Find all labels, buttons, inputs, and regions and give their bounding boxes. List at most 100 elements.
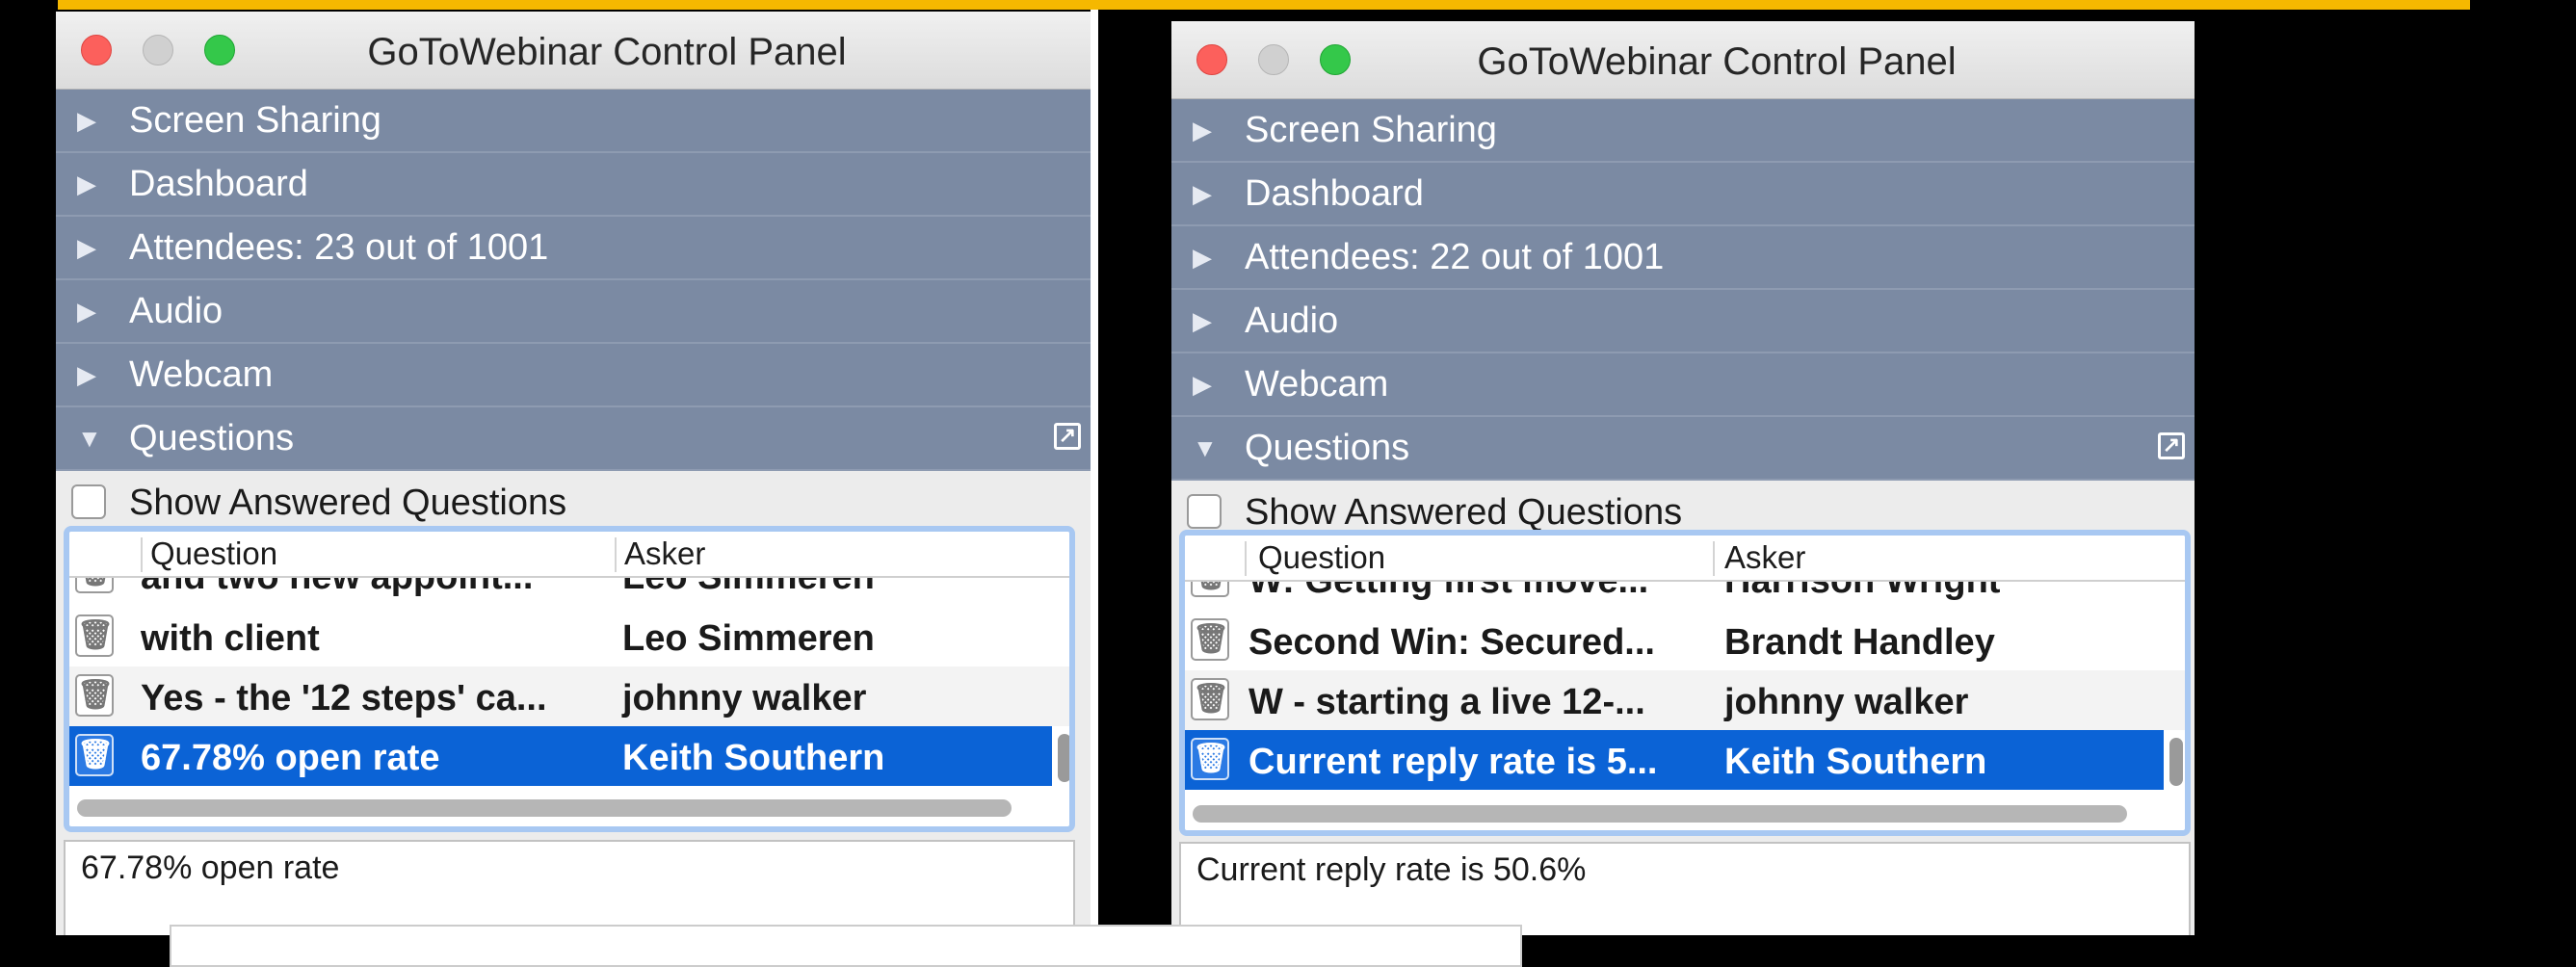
section-label: Dashboard — [1245, 173, 1424, 214]
table-row[interactable]: 🗑 W - starting a live 12-... johnny walk… — [1185, 670, 2185, 730]
popout-icon[interactable]: ↗ — [2158, 432, 2185, 459]
section-label: Webcam — [1245, 364, 1389, 405]
column-divider — [1245, 541, 1247, 576]
section-questions[interactable]: ▼ Questions ↗ — [1171, 417, 2195, 481]
asker-cell: Keith Southern — [622, 738, 885, 778]
column-asker[interactable]: Asker — [624, 536, 705, 572]
trash-icon[interactable]: 🗑 — [1191, 618, 1229, 661]
section-attendees[interactable]: ▶ Attendees: 23 out of 1001 — [56, 217, 1091, 280]
horizontal-scroll-track — [77, 799, 1050, 819]
trash-icon[interactable]: 🗑 — [1191, 738, 1229, 780]
trash-icon[interactable]: 🗑 — [1191, 582, 1229, 597]
section-label: Questions — [1245, 428, 1410, 468]
section-label: Attendees: 22 out of 1001 — [1245, 237, 1665, 277]
preview-text: Current reply rate is 50.6% — [1196, 851, 1587, 888]
section-label: Screen Sharing — [1245, 110, 1497, 150]
asker-cell: Leo Simmeren — [622, 578, 875, 598]
collapsed-arrow-icon: ▶ — [1193, 243, 1212, 272]
question-cell: Yes - the '12 steps' ca... — [141, 678, 547, 719]
collapsed-arrow-icon: ▶ — [1193, 116, 1212, 144]
table-row[interactable]: 🗑 W: Getting first move... Harrison Wrig… — [1185, 582, 2185, 611]
section-list: ▶ Screen Sharing ▶ Dashboard ▶ Attendees… — [1171, 99, 2195, 481]
column-divider — [615, 537, 617, 572]
trash-icon[interactable]: 🗑 — [75, 674, 114, 717]
trash-icon[interactable]: 🗑 — [75, 614, 114, 657]
column-divider — [1713, 541, 1715, 576]
section-list: ▶ Screen Sharing ▶ Dashboard ▶ Attendees… — [56, 90, 1091, 471]
show-answered-checkbox[interactable] — [71, 484, 106, 519]
trash-icon[interactable]: 🗑 — [1191, 678, 1229, 720]
section-dashboard[interactable]: ▶ Dashboard — [1171, 163, 2195, 226]
bottom-input-box — [170, 925, 1522, 967]
column-question[interactable]: Question — [150, 536, 277, 572]
table-header: Question Asker — [69, 532, 1069, 578]
column-divider — [141, 537, 143, 572]
asker-cell: johnny walker — [622, 678, 867, 719]
window-title: GoToWebinar Control Panel — [1477, 40, 1957, 83]
section-label: Webcam — [129, 354, 274, 395]
asker-cell: Harrison Wright — [1724, 582, 2000, 602]
collapsed-arrow-icon: ▶ — [77, 170, 96, 198]
section-label: Questions — [129, 418, 295, 458]
section-webcam[interactable]: ▶ Webcam — [1171, 353, 2195, 417]
table-row[interactable]: 🗑 Second Win: Secured... Brandt Handley — [1185, 611, 2185, 670]
section-webcam[interactable]: ▶ Webcam — [56, 344, 1091, 407]
question-cell: with client — [141, 618, 320, 659]
column-question[interactable]: Question — [1258, 539, 1385, 576]
question-cell: W - starting a live 12-... — [1249, 682, 1645, 722]
vertical-scrollbar[interactable] — [2169, 738, 2183, 786]
question-cell: and two new appoint... — [141, 578, 533, 598]
expanded-arrow-icon: ▼ — [77, 424, 102, 453]
collapsed-arrow-icon: ▶ — [1193, 306, 1212, 335]
question-preview: Current reply rate is 50.6% — [1179, 842, 2191, 935]
asker-cell: Brandt Handley — [1724, 622, 1995, 663]
window-titlebar: GoToWebinar Control Panel — [56, 12, 1091, 90]
collapsed-arrow-icon: ▶ — [77, 297, 96, 326]
questions-table: Question Asker 🗑 W: Getting first move..… — [1179, 530, 2191, 836]
show-answered-row: Show Answered Questions — [56, 471, 1091, 533]
question-cell: Current reply rate is 5... — [1249, 742, 1658, 782]
show-answered-label: Show Answered Questions — [129, 483, 567, 523]
show-answered-checkbox[interactable] — [1187, 494, 1222, 529]
section-attendees[interactable]: ▶ Attendees: 22 out of 1001 — [1171, 226, 2195, 290]
question-preview: 67.78% open rate — [64, 840, 1075, 935]
table-row[interactable]: 🗑 and two new appoint... Leo Simmeren — [69, 578, 1069, 607]
asker-cell: Keith Southern — [1724, 742, 1987, 782]
trash-icon[interactable]: 🗑 — [75, 734, 114, 776]
collapsed-arrow-icon: ▶ — [1193, 179, 1212, 208]
table-row[interactable]: 🗑 with client Leo Simmeren — [69, 607, 1069, 666]
section-label: Dashboard — [129, 164, 308, 204]
table-row[interactable]: 🗑 Yes - the '12 steps' ca... johnny walk… — [69, 666, 1069, 726]
table-header: Question Asker — [1185, 536, 2185, 582]
section-audio[interactable]: ▶ Audio — [1171, 290, 2195, 353]
section-label: Screen Sharing — [129, 100, 381, 141]
section-screen-sharing[interactable]: ▶ Screen Sharing — [1171, 99, 2195, 163]
table-row-selected[interactable]: 🗑 67.78% open rate Keith Southern — [69, 726, 1052, 786]
question-cell: Second Win: Secured... — [1249, 622, 1655, 663]
collapsed-arrow-icon: ▶ — [77, 233, 96, 262]
highlight-bar-right — [1121, 0, 2470, 10]
section-label: Attendees: 23 out of 1001 — [129, 227, 549, 268]
column-asker[interactable]: Asker — [1724, 539, 1805, 576]
section-dashboard[interactable]: ▶ Dashboard — [56, 153, 1091, 217]
horizontal-scroll-track — [1193, 805, 2166, 824]
asker-cell: johnny walker — [1724, 682, 1969, 722]
window-titlebar: GoToWebinar Control Panel — [1171, 21, 2195, 99]
section-screen-sharing[interactable]: ▶ Screen Sharing — [56, 90, 1091, 153]
trash-icon[interactable]: 🗑 — [75, 578, 114, 593]
control-panel-window-left: GoToWebinar Control Panel ▶ Screen Shari… — [56, 12, 1091, 935]
show-answered-label: Show Answered Questions — [1245, 492, 1683, 533]
section-audio[interactable]: ▶ Audio — [56, 280, 1091, 344]
popout-icon[interactable]: ↗ — [1054, 423, 1081, 450]
section-label: Audio — [1245, 301, 1339, 341]
table-row-selected[interactable]: 🗑 Current reply rate is 5... Keith South… — [1185, 730, 2164, 790]
section-label: Audio — [129, 291, 223, 331]
control-panel-window-right: GoToWebinar Control Panel ▶ Screen Shari… — [1171, 21, 2195, 935]
horizontal-scrollbar[interactable] — [1193, 805, 2127, 823]
window-title: GoToWebinar Control Panel — [367, 31, 847, 73]
horizontal-scrollbar[interactable] — [77, 799, 1012, 817]
collapsed-arrow-icon: ▶ — [77, 360, 96, 389]
section-questions[interactable]: ▼ Questions ↗ — [56, 407, 1091, 471]
vertical-scrollbar[interactable] — [1058, 734, 1069, 782]
question-cell: W: Getting first move... — [1249, 582, 1648, 602]
